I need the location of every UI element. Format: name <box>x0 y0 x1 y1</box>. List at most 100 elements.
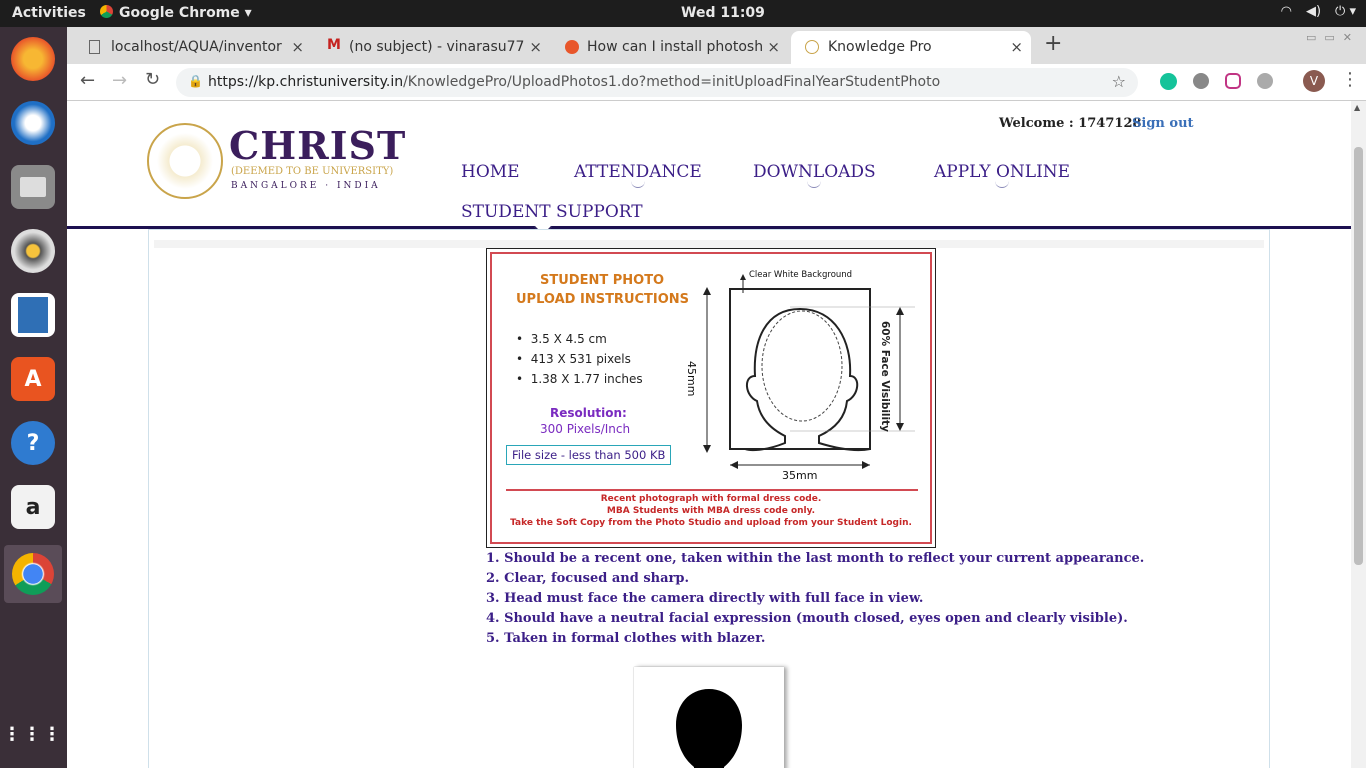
thunderbird-icon[interactable] <box>11 101 55 145</box>
dock: A ? a ⋮⋮⋮ <box>0 27 67 768</box>
resolution-label: Resolution: <box>550 406 627 420</box>
url-host: https://kp.christuniversity.in <box>208 74 404 90</box>
tab-title: Knowledge Pro <box>828 39 932 55</box>
page-icon <box>89 40 100 54</box>
nav-attendance[interactable]: ATTENDANCE <box>574 162 702 188</box>
system-tray[interactable]: ◠ ◀) ⏻ ▾ <box>1281 4 1356 19</box>
power-icon: ⏻ ▾ <box>1335 4 1356 19</box>
avatar[interactable]: V <box>1303 70 1325 92</box>
star-icon[interactable]: ☆ <box>1112 72 1126 91</box>
scrollbar-thumb[interactable] <box>1354 147 1363 565</box>
tab-title: How can I install photosh <box>587 39 762 55</box>
activities-button[interactable]: Activities <box>12 5 86 21</box>
photo-placeholder[interactable] <box>634 667 784 768</box>
software-center-icon[interactable]: A <box>11 357 55 401</box>
show-apps-icon[interactable]: ⋮⋮⋮ <box>3 713 61 757</box>
resolution-value: 300 Pixels/Inch <box>540 422 631 436</box>
window-controls[interactable]: ▭▭✕ <box>1306 31 1360 44</box>
os-top-bar: Activities Google Chrome ▾ Wed 11:09 ◠ ◀… <box>0 0 1366 27</box>
face-visibility-label: 60% Face Visibility <box>879 321 891 432</box>
new-tab-button[interactable]: + <box>1044 31 1062 56</box>
chrome-dock-icon[interactable] <box>4 545 62 603</box>
spec-1: • 3.5 X 4.5 cm <box>516 332 607 346</box>
bg-label: Clear White Background <box>749 270 853 280</box>
instr-divider <box>506 489 918 491</box>
gmail-icon: M <box>327 37 341 53</box>
instr-title-1: STUDENT PHOTO <box>540 273 665 288</box>
nav-label: ATTENDANCE <box>574 162 702 182</box>
height-label: 45mm <box>685 361 698 397</box>
spec-text: 3.5 X 4.5 cm <box>530 332 607 346</box>
url-path: /KnowledgePro/UploadPhotos1.do?method=in… <box>403 74 941 90</box>
nav-home[interactable]: HOME <box>461 162 520 182</box>
toolbar: ← → ↻ 🔒 https://kp.christuniversity.in/K… <box>67 64 1366 101</box>
logo-location: BANGALORE · INDIA <box>231 181 381 191</box>
reload-icon[interactable]: ↻ <box>145 69 160 90</box>
tab-gmail[interactable]: M (no subject) - vinarasu77@ × <box>327 31 542 64</box>
spec-3: • 1.38 X 1.77 inches <box>516 372 643 386</box>
page-scrollbar[interactable]: ▲ <box>1351 101 1366 768</box>
files-icon[interactable] <box>11 165 55 209</box>
logo-title: CHRIST <box>229 123 407 168</box>
chrome-icon <box>100 5 113 18</box>
christ-favicon-icon <box>805 40 819 54</box>
welcome-text: Welcome : 1747128 <box>999 116 1142 131</box>
tab-knowledge-pro[interactable]: Knowledge Pro × <box>791 31 1031 64</box>
christ-logo[interactable]: CHRIST (DEEMED TO BE UNIVERSITY) BANGALO… <box>147 121 407 201</box>
nav-label: APPLY ONLINE <box>934 162 1071 182</box>
spec-2: • 413 X 531 pixels <box>516 352 631 366</box>
spec-text: 1.38 X 1.77 inches <box>530 372 643 386</box>
back-icon[interactable]: ← <box>80 70 95 91</box>
lock-icon: 🔒 <box>188 74 203 88</box>
close-icon[interactable]: × <box>291 38 304 56</box>
app-menu[interactable]: Google Chrome ▾ <box>100 5 252 21</box>
width-label: 35mm <box>782 469 818 482</box>
filesize-box: File size - less than 500 KB <box>506 445 672 465</box>
writer-icon[interactable] <box>11 293 55 337</box>
photo-rules-list: 1. Should be a recent one, taken within … <box>486 549 1144 649</box>
rule-item: 3. Head must face the camera directly wi… <box>486 591 924 606</box>
help-icon[interactable]: ? <box>11 421 55 465</box>
amazon-icon[interactable]: a <box>11 485 55 529</box>
instr-title-2: UPLOAD INSTRUCTIONS <box>516 292 690 307</box>
clock[interactable]: Wed 11:09 <box>681 5 765 21</box>
tab-localhost[interactable]: localhost/AQUA/inventor × <box>89 31 304 64</box>
close-icon[interactable]: × <box>767 38 780 56</box>
nav-downloads[interactable]: DOWNLOADS <box>753 162 876 188</box>
nav-apply-online[interactable]: APPLY ONLINE <box>934 162 1071 188</box>
logo-subtitle: (DEEMED TO BE UNIVERSITY) <box>231 166 394 177</box>
menu-icon[interactable]: ⋮ <box>1341 69 1359 90</box>
address-bar[interactable]: 🔒 https://kp.christuniversity.in/Knowled… <box>176 68 1138 97</box>
nav-label: HOME <box>461 162 520 182</box>
tab-title: (no subject) - vinarasu77@ <box>349 39 524 55</box>
footer-2: MBA Students with MBA dress code only. <box>606 506 816 516</box>
ask-icon <box>565 40 579 54</box>
nav-label: DOWNLOADS <box>753 162 876 182</box>
rhythmbox-icon[interactable] <box>11 229 55 273</box>
firefox-icon[interactable] <box>11 37 55 81</box>
scroll-up-icon[interactable]: ▲ <box>1354 103 1360 112</box>
close-icon[interactable]: × <box>1010 38 1023 56</box>
wifi-icon: ◠ <box>1280 4 1292 19</box>
close-icon[interactable]: × <box>529 38 542 56</box>
volume-icon: ◀) <box>1305 4 1322 19</box>
nav-student-support[interactable]: STUDENT SUPPORT <box>461 202 643 222</box>
extension-2-icon[interactable] <box>1257 73 1273 89</box>
grammarly-icon[interactable] <box>1160 73 1177 90</box>
forward-icon[interactable]: → <box>112 70 127 91</box>
page-content: CHRIST (DEEMED TO BE UNIVERSITY) BANGALO… <box>67 101 1351 768</box>
photo-instructions-image: STUDENT PHOTO UPLOAD INSTRUCTIONS • 3.5 … <box>486 248 936 548</box>
silhouette-icon <box>676 689 742 768</box>
instagram-icon[interactable] <box>1225 73 1241 89</box>
signout-link[interactable]: Sign out <box>1132 116 1194 131</box>
christ-seal-icon <box>147 123 223 199</box>
tab-ask[interactable]: How can I install photosh × <box>565 31 780 64</box>
browser-frame: localhost/AQUA/inventor × M (no subject)… <box>67 27 1366 101</box>
chevron-down-icon <box>995 180 1010 188</box>
nav-label: STUDENT SUPPORT <box>461 202 643 222</box>
rule-item: 4. Should have a neutral facial expressi… <box>486 611 1128 626</box>
panel-strip <box>154 240 1264 248</box>
rule-item: 1. Should be a recent one, taken within … <box>486 551 1145 566</box>
chevron-down-icon <box>807 180 822 188</box>
extension-icon[interactable] <box>1193 73 1209 89</box>
